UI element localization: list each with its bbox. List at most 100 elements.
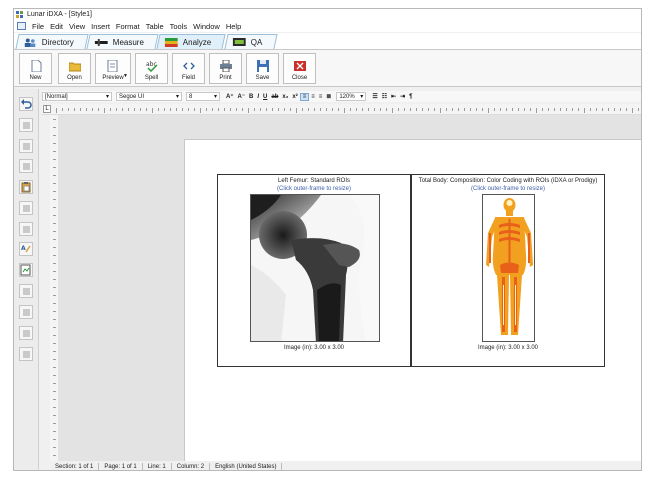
menu-help[interactable]: Help xyxy=(223,22,244,31)
color-bars-icon xyxy=(165,37,179,47)
print-button[interactable]: Print xyxy=(209,52,242,84)
paste-button[interactable] xyxy=(19,180,33,194)
find-icon xyxy=(23,226,30,233)
tab-qa[interactable]: QA xyxy=(224,34,277,49)
underline-button[interactable]: U xyxy=(261,94,269,100)
tab-directory[interactable]: Directory xyxy=(15,34,89,49)
ruler-tick xyxy=(242,108,243,111)
insert-frame-button[interactable] xyxy=(19,347,33,361)
ruler-tick xyxy=(434,108,435,111)
shrink-font-button[interactable]: A⁻ xyxy=(236,93,248,100)
ruler-tick xyxy=(170,108,171,111)
ruler-tick xyxy=(194,108,195,111)
show-formatting-button[interactable]: ¶ xyxy=(407,94,414,100)
chart-icon xyxy=(23,309,30,316)
vertical-ruler[interactable] xyxy=(50,115,58,461)
tab-measure[interactable]: Measure xyxy=(86,34,159,49)
strikethrough-button[interactable]: ab xyxy=(269,94,280,100)
superscript-button[interactable]: x² xyxy=(290,94,299,100)
ruler-tick xyxy=(320,108,321,111)
ruler-tick xyxy=(410,108,411,111)
ruler-tick xyxy=(176,108,177,111)
image-frame-femur[interactable]: Left Femur: Standard ROIs (Click outer-f… xyxy=(217,174,411,367)
redo-button[interactable] xyxy=(19,118,33,132)
menu-view[interactable]: View xyxy=(66,22,88,31)
ruler-tick xyxy=(350,108,351,111)
ruler-tick xyxy=(236,108,237,111)
document-page[interactable]: Left Femur: Standard ROIs (Click outer-f… xyxy=(184,139,641,469)
ruler-tick xyxy=(506,108,507,111)
ruler-tick xyxy=(134,108,135,111)
grow-font-button[interactable]: A⁺ xyxy=(224,93,236,100)
format-painter-button[interactable] xyxy=(19,201,33,215)
ruler-tick xyxy=(524,108,525,111)
decrease-indent-button[interactable]: ⇤ xyxy=(389,93,398,100)
femur-xray-image[interactable] xyxy=(250,194,380,342)
frame-title: Left Femur: Standard ROIs xyxy=(277,178,351,184)
menu-file[interactable]: File xyxy=(29,22,47,31)
ruler-tick xyxy=(596,108,597,111)
document-icon[interactable] xyxy=(17,22,26,30)
justify-button[interactable]: ≣ xyxy=(324,93,333,100)
zoom-select[interactable]: 120% ▾ xyxy=(336,92,367,101)
ruler-tick xyxy=(632,108,633,113)
preview-dropdown-icon[interactable]: ▼ xyxy=(123,73,128,79)
bold-button[interactable]: B xyxy=(247,94,255,100)
ruler-tick xyxy=(53,127,56,128)
horizontal-ruler[interactable]: L xyxy=(42,104,641,115)
ruler-tick xyxy=(53,455,56,456)
save-button[interactable]: Save xyxy=(246,52,279,84)
spelling-tool-button[interactable]: A xyxy=(19,242,33,256)
menu-insert[interactable]: Insert xyxy=(88,22,113,31)
align-left-button[interactable]: ≡ xyxy=(299,92,310,101)
spell-button[interactable]: abc Spell xyxy=(135,52,168,84)
ruler-tick xyxy=(140,108,141,111)
close-button[interactable]: Close xyxy=(283,52,316,84)
copy-button[interactable] xyxy=(19,159,33,173)
insert-chart-button[interactable] xyxy=(19,305,33,319)
tab-stop-selector[interactable]: L xyxy=(43,105,51,113)
font-size-select[interactable]: 8 ▾ xyxy=(186,92,220,101)
menu-table[interactable]: Table xyxy=(143,22,167,31)
undo-button[interactable] xyxy=(19,97,33,111)
ruler-tick xyxy=(53,391,56,392)
ruler-tick xyxy=(608,108,609,111)
ruler-tick xyxy=(53,199,56,200)
open-button[interactable]: Open xyxy=(58,52,91,84)
image-frame-total-body[interactable]: Total Body: Composition: Color Coding wi… xyxy=(411,174,605,367)
insert-object-button[interactable] xyxy=(19,326,33,340)
field-code-icon xyxy=(182,62,195,69)
menu-window[interactable]: Window xyxy=(190,22,223,31)
status-column: Column: 2 xyxy=(172,462,211,470)
increase-indent-button[interactable]: ⇥ xyxy=(398,93,407,100)
status-bar: Section: 1 of 1 Page: 1 of 1 Line: 1 Col… xyxy=(50,461,641,470)
subscript-button[interactable]: x₂ xyxy=(280,94,290,100)
ruler-tick xyxy=(602,108,603,111)
ruler-tick xyxy=(326,108,327,111)
cut-button[interactable] xyxy=(19,139,33,153)
bullet-list-button[interactable]: ☰ xyxy=(370,93,379,100)
ruler-tick xyxy=(374,108,375,111)
font-select[interactable]: Segoe UI ▾ xyxy=(116,92,182,101)
align-right-button[interactable]: ≡ xyxy=(317,94,325,100)
numbered-list-button[interactable]: ☷ xyxy=(380,93,389,100)
style-select[interactable]: [Normal] ▾ xyxy=(42,92,112,101)
menu-format[interactable]: Format xyxy=(113,22,143,31)
tab-analyze[interactable]: Analyze xyxy=(156,34,227,49)
field-button[interactable]: Field xyxy=(172,52,205,84)
total-body-composition-image[interactable] xyxy=(482,194,535,342)
ruler-tick xyxy=(296,108,297,113)
ruler-tick xyxy=(53,151,56,152)
ruler-tick xyxy=(452,108,453,111)
new-button[interactable]: New xyxy=(19,52,52,84)
ruler-tick xyxy=(446,108,447,111)
ruler-tick xyxy=(266,108,267,111)
preview-button[interactable]: Preview ▼ xyxy=(95,52,131,84)
menu-edit[interactable]: Edit xyxy=(47,22,66,31)
menu-tools[interactable]: Tools xyxy=(167,22,191,31)
insert-table-button[interactable] xyxy=(19,284,33,298)
align-center-button[interactable]: ≡ xyxy=(309,94,317,100)
ruler-tick xyxy=(53,311,56,312)
find-button[interactable] xyxy=(19,222,33,236)
insert-image-button[interactable] xyxy=(19,263,33,277)
